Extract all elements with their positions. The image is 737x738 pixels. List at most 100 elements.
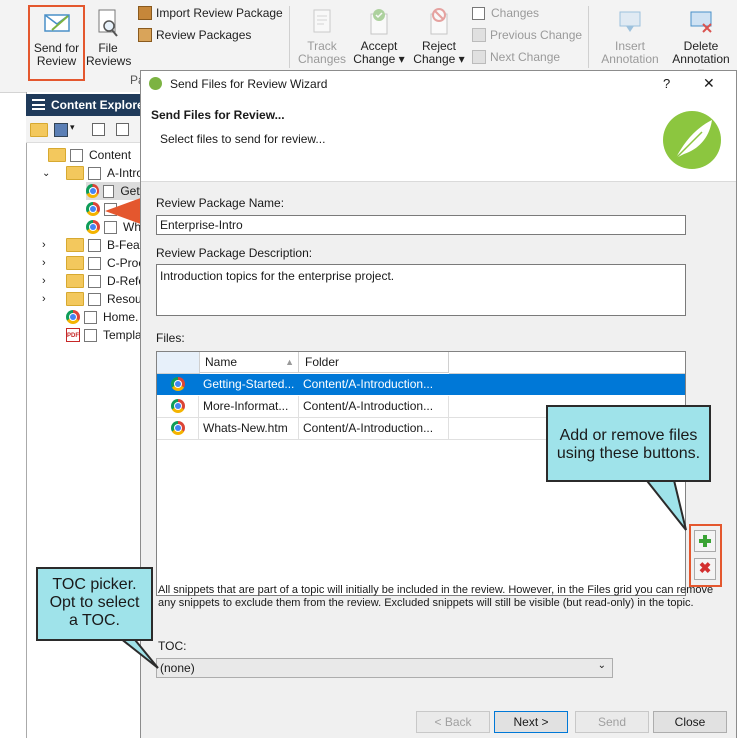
chevron-right-icon[interactable]: › (42, 275, 58, 287)
column-header-folder[interactable]: Folder (299, 352, 449, 373)
changes-check-box[interactable] (472, 6, 485, 20)
tree-label: B-Feat (107, 238, 144, 252)
tree-item-d-reference[interactable]: › D-Refe (42, 272, 145, 290)
chrome-icon (86, 220, 100, 234)
send-for-review-button[interactable]: Send for Review (30, 8, 83, 78)
row-icon-cell (157, 374, 199, 395)
file-folder-cell: Content/A-Introduction... (299, 374, 449, 395)
review-packages-button[interactable]: Review Packages (138, 28, 251, 42)
back-button[interactable]: < Back (416, 711, 490, 733)
folder-icon (66, 256, 84, 270)
import-package-icon (138, 6, 152, 20)
previous-change-icon (472, 28, 486, 42)
magnifier-document-icon (98, 9, 118, 37)
column-header-name-label: Name (205, 355, 238, 369)
toc-picker[interactable]: (none) ⌄ (156, 658, 613, 678)
folder-icon (66, 274, 84, 288)
tree-item-content[interactable]: Content (48, 146, 131, 164)
chevron-right-icon[interactable]: › (42, 239, 58, 251)
remove-file-button[interactable]: ✖ (694, 558, 716, 580)
file-reviews-button[interactable]: File Reviews (86, 8, 132, 78)
toc-callout-text: TOC picker. Opt to select a TOC. (49, 576, 140, 629)
dropdown-arrow-icon[interactable]: ▾ (70, 122, 75, 133)
tree-checkbox[interactable] (84, 328, 97, 342)
help-button[interactable]: ? (663, 76, 670, 91)
file-folder-cell: Content/A-Introduction... (299, 396, 449, 417)
changes-checkbox[interactable]: Changes (472, 6, 539, 20)
feather-logo-icon (663, 111, 721, 169)
tree-checkbox[interactable] (88, 238, 101, 252)
insert-annotation-label-2: Annotation (601, 52, 659, 66)
content-explorer-title-bar: Content Explore (26, 94, 144, 116)
toc-callout: TOC picker. Opt to select a TOC. (36, 567, 153, 641)
ribbon-separator-2 (588, 6, 589, 68)
track-changes-icon (313, 9, 331, 33)
toc-value: (none) (160, 661, 195, 675)
package-name-field[interactable]: Enterprise-Intro (156, 215, 686, 235)
tree-checkbox[interactable] (88, 292, 101, 306)
reject-change-button[interactable]: Reject Change ▾ (412, 8, 466, 78)
package-name-label: Review Package Name: (156, 196, 285, 210)
tree-checkbox[interactable] (88, 166, 101, 180)
tree-checkbox[interactable] (88, 274, 101, 288)
envelope-icon (43, 14, 70, 32)
view-icon[interactable] (54, 123, 68, 137)
open-folder-icon[interactable] (30, 123, 48, 137)
chevron-right-icon[interactable]: › (42, 257, 58, 269)
feather-app-icon (149, 77, 162, 90)
tree-label: C-Proc (107, 256, 145, 270)
previous-change-label: Previous Change (490, 28, 583, 42)
import-review-package-button[interactable]: Import Review Package (138, 6, 283, 20)
insert-annotation-button[interactable]: Insert Annotation (598, 8, 662, 78)
sort-ascending-icon: ▲ (285, 357, 294, 367)
changes-label: Changes (491, 6, 540, 20)
tree-item-b-features[interactable]: › B-Feat (42, 236, 143, 254)
reject-icon (430, 8, 448, 35)
content-explorer-title: Content Explore (51, 98, 144, 112)
column-header-name[interactable]: Name ▲ (199, 352, 299, 373)
track-changes-button[interactable]: Track Changes (298, 8, 346, 78)
next-change-button[interactable]: Next Change (472, 50, 560, 64)
folder-icon (66, 292, 84, 306)
paste-icon[interactable] (116, 123, 129, 136)
tree-item-c-procedures[interactable]: › C-Proc (42, 254, 144, 272)
plus-icon-vertical (703, 535, 707, 547)
send-button[interactable]: Send (575, 711, 649, 733)
accept-change-button[interactable]: Accept Change ▾ (352, 8, 406, 78)
previous-change-button[interactable]: Previous Change (472, 28, 582, 42)
close-button[interactable]: Close (653, 711, 727, 733)
files-label: Files: (156, 331, 185, 345)
send-for-review-label-2: Review (36, 54, 77, 68)
tree-item-resources[interactable]: › Resour (42, 290, 146, 308)
dialog-title-bar: Send Files for Review Wizard ? ✕ (141, 71, 736, 96)
chevron-down-icon[interactable]: ⌄ (42, 168, 58, 179)
tree-checkbox[interactable] (70, 148, 83, 162)
folder-icon (48, 148, 66, 162)
tree-item-a-intro[interactable]: ⌄ A-Intro (42, 164, 143, 182)
tree-item-template[interactable]: PDF Templa (66, 326, 142, 344)
table-row[interactable]: Getting-Started... Content/A-Introductio… (157, 374, 685, 395)
track-changes-label-2: Changes (298, 52, 347, 66)
tree-checkbox[interactable] (88, 256, 101, 270)
dialog-header: Send Files for Review... Select files to… (141, 96, 736, 182)
tree-label: A-Intro (107, 166, 144, 180)
files-callout: Add or remove files using these buttons. (546, 405, 711, 482)
tree-item-home[interactable]: Home. (66, 308, 138, 326)
delete-annotation-button[interactable]: Delete Annotation ▾ (668, 8, 734, 79)
column-header-filler (449, 352, 685, 374)
close-icon[interactable]: ✕ (703, 75, 715, 92)
chrome-icon (171, 421, 185, 435)
chevron-right-icon[interactable]: › (42, 293, 58, 305)
dialog-subheading: Select files to send for review... (160, 132, 326, 146)
file-reviews-label-2: Reviews (86, 54, 132, 68)
tree-checkbox[interactable] (84, 310, 97, 324)
accept-change-label-2: Change ▾ (353, 52, 405, 66)
package-description-field[interactable]: Introduction topics for the enterprise p… (156, 264, 686, 316)
next-change-icon (472, 50, 486, 64)
red-x-icon: ✖ (698, 560, 712, 577)
delete-annotation-icon (690, 11, 712, 33)
review-packages-label: Review Packages (156, 28, 252, 42)
folder-icon (66, 238, 84, 252)
next-button[interactable]: Next > (494, 711, 568, 733)
copy-icon[interactable] (92, 123, 105, 136)
